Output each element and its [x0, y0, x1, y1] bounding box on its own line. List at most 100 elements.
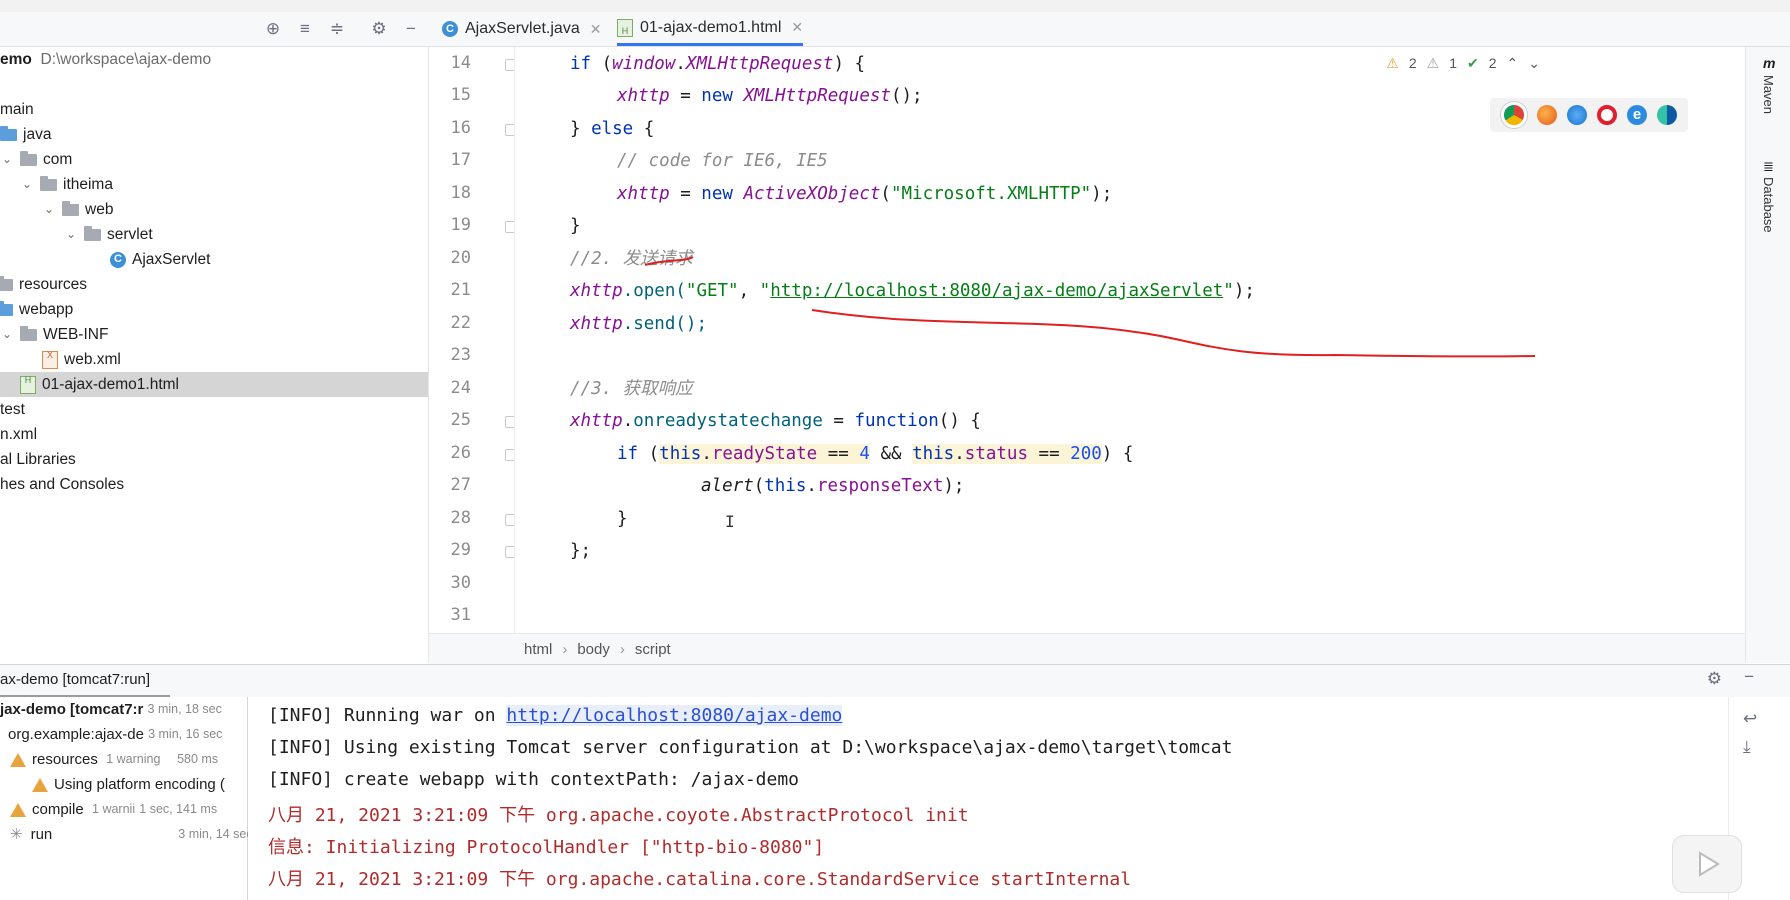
run-tree: jax-demo [tomcat7:r 3 min, 18 sec org.ex… — [0, 697, 253, 900]
tree-item[interactable]: n.xml — [0, 422, 37, 447]
line-number: 15 — [450, 85, 471, 105]
tree-item[interactable]: ⌄ itheima — [20, 172, 113, 197]
tree-item[interactable]: ⌄ WEB-INF — [0, 322, 108, 347]
tree-item-selected[interactable]: H 01-ajax-demo1.html — [0, 372, 428, 397]
scroll-to-end-icon[interactable]: ⤓ — [1743, 737, 1751, 757]
line-number: 29 — [450, 540, 471, 560]
console-line: [INFO] Using existing Tomcat server conf… — [268, 737, 1233, 758]
settings-gear-icon[interactable]: ⚙ — [1707, 669, 1722, 689]
expand-all-icon[interactable]: ≡ — [294, 18, 316, 40]
console-line: [INFO] Running war on http://localhost:8… — [268, 705, 843, 726]
run-tab[interactable]: ax-demo [tomcat7:run] — [0, 665, 171, 698]
warning-icon — [10, 752, 26, 767]
minimize-icon[interactable]: − — [1744, 667, 1754, 687]
settings-gear-icon[interactable]: ⚙ — [368, 18, 390, 40]
console-line: 八月 21, 2021 3:21:09 下午 org.apache.catali… — [268, 869, 1132, 890]
warning-icon: ⚠ — [1386, 54, 1399, 71]
line-number: 25 — [450, 410, 471, 430]
tree-item[interactable]: webapp — [0, 297, 73, 322]
play-icon — [1699, 851, 1720, 877]
xml-file-icon: X — [42, 350, 58, 369]
breadcrumb-item[interactable]: body — [577, 641, 610, 658]
run-tree-item[interactable]: ✳ run 3 min, 14 sec — [10, 822, 253, 847]
chrome-icon[interactable] — [1501, 102, 1527, 128]
tree-item[interactable]: ⌄ web — [42, 197, 113, 222]
resources-folder-icon — [0, 275, 13, 291]
tree-item[interactable]: hes and Consoles — [0, 472, 124, 497]
editor-tab-bar: ⊕ ≡ ≑ ⚙ − C AjaxServlet.java ✕ H 01-ajax… — [0, 12, 1790, 47]
project-root[interactable]: emo D:\workspace\ajax-demo — [0, 47, 211, 72]
breadcrumb-item[interactable]: script — [635, 641, 671, 658]
chevron-down-icon[interactable]: ⌄ — [1528, 55, 1540, 72]
run-tree-item[interactable]: org.example:ajax-de 3 min, 16 sec — [8, 722, 222, 747]
source-folder-icon — [0, 125, 17, 141]
maven-icon: m — [1763, 55, 1776, 71]
collapse-all-icon[interactable]: ≑ — [326, 18, 348, 40]
java-class-icon: C — [442, 21, 458, 37]
tree-item[interactable]: al Libraries — [0, 447, 76, 472]
tree-item[interactable]: main — [0, 97, 34, 122]
run-tree-item[interactable]: jax-demo [tomcat7:r 3 min, 18 sec — [0, 697, 222, 722]
running-spinner-icon: ✳ — [10, 826, 23, 843]
tree-item[interactable]: C AjaxServlet — [110, 247, 210, 272]
right-tool-strip: m Maven ≣ Database — [1745, 47, 1790, 663]
tree-item[interactable]: java — [0, 122, 51, 147]
browser-launcher-bar: e — [1490, 98, 1688, 132]
line-number: 18 — [450, 183, 471, 203]
locate-icon[interactable]: ⊕ — [262, 18, 284, 40]
run-panel-header: ax-demo [tomcat7:run] ⚙ − — [0, 664, 1790, 698]
tool-window-database[interactable]: Database — [1761, 177, 1776, 233]
html-file-icon: H — [20, 375, 36, 394]
opera-icon[interactable] — [1597, 105, 1617, 125]
code-editor[interactable]: if (window.XMLHttpRequest) { xhttp = new… — [515, 47, 1763, 633]
tree-item[interactable]: ⌄ servlet — [64, 222, 153, 247]
chevron-down-icon[interactable]: ⌄ — [64, 222, 78, 247]
line-number: 31 — [450, 605, 471, 625]
chevron-down-icon[interactable]: ⌄ — [20, 172, 34, 197]
tab-ajaxservlet-java[interactable]: C AjaxServlet.java ✕ — [442, 12, 601, 46]
tool-window-maven[interactable]: Maven — [1761, 75, 1776, 114]
inspection-widget[interactable]: ⚠ 2 ⚠ 1 ✔ 2 ⌃ ⌄ — [1386, 52, 1540, 74]
package-folder-icon — [84, 225, 101, 241]
soft-wrap-icon[interactable]: ↩ — [1743, 709, 1757, 729]
ie-icon[interactable]: e — [1627, 105, 1647, 125]
tree-item[interactable]: Xweb.xml — [42, 347, 121, 372]
console-line: [INFO] create webapp with contextPath: /… — [268, 769, 800, 790]
run-tree-item[interactable]: resources 1 warning 580 ms — [10, 747, 218, 772]
html-file-icon: H — [617, 18, 633, 37]
line-number: 16 — [450, 118, 471, 138]
console-link[interactable]: http://localhost:8080/ajax-demo — [506, 705, 843, 726]
close-icon[interactable]: ✕ — [791, 19, 803, 36]
tree-item[interactable]: resources — [0, 272, 87, 297]
chevron-down-icon[interactable]: ⌄ — [42, 197, 56, 222]
hide-panel-icon[interactable]: − — [400, 18, 422, 40]
tab-label: AjaxServlet.java — [465, 20, 580, 37]
tab-01-ajax-demo1-html[interactable]: H 01-ajax-demo1.html ✕ — [617, 12, 804, 46]
breadcrumb-separator-icon: › — [562, 640, 568, 658]
firefox-icon[interactable] — [1537, 105, 1557, 125]
chevron-up-icon[interactable]: ⌃ — [1507, 55, 1519, 72]
breadcrumb-item[interactable]: html — [524, 641, 552, 658]
breadcrumb-separator-icon: › — [619, 640, 625, 658]
run-tree-item[interactable]: Using platform encoding ( — [32, 772, 225, 797]
check-icon: ✔ — [1467, 54, 1479, 71]
edge-icon[interactable] — [1657, 105, 1677, 125]
chevron-down-icon[interactable]: ⌄ — [0, 322, 14, 347]
run-tree-item[interactable]: compile 1 warnii 1 sec, 141 ms — [10, 797, 217, 822]
tree-item[interactable]: ⌄ com — [0, 147, 72, 172]
console-line: 八月 21, 2021 3:21:09 下午 org.apache.coyote… — [268, 805, 969, 826]
console-line: 信息: Initializing ProtocolHandler ["http-… — [268, 837, 825, 858]
close-icon[interactable]: ✕ — [590, 21, 602, 38]
line-number: 27 — [450, 475, 471, 495]
play-button[interactable] — [1672, 835, 1742, 893]
chevron-down-icon[interactable]: ⌄ — [0, 147, 14, 172]
console-output[interactable]: [INFO] Running war on http://localhost:8… — [248, 697, 1728, 900]
line-number: 22 — [450, 313, 471, 333]
line-number: 21 — [450, 280, 471, 300]
warning-icon — [32, 777, 48, 792]
package-folder-icon — [62, 200, 79, 216]
tree-item[interactable]: test — [0, 397, 25, 422]
line-number: 28 — [450, 508, 471, 528]
safari-icon[interactable] — [1567, 105, 1587, 125]
weak-warning-icon: ⚠ — [1426, 54, 1440, 71]
